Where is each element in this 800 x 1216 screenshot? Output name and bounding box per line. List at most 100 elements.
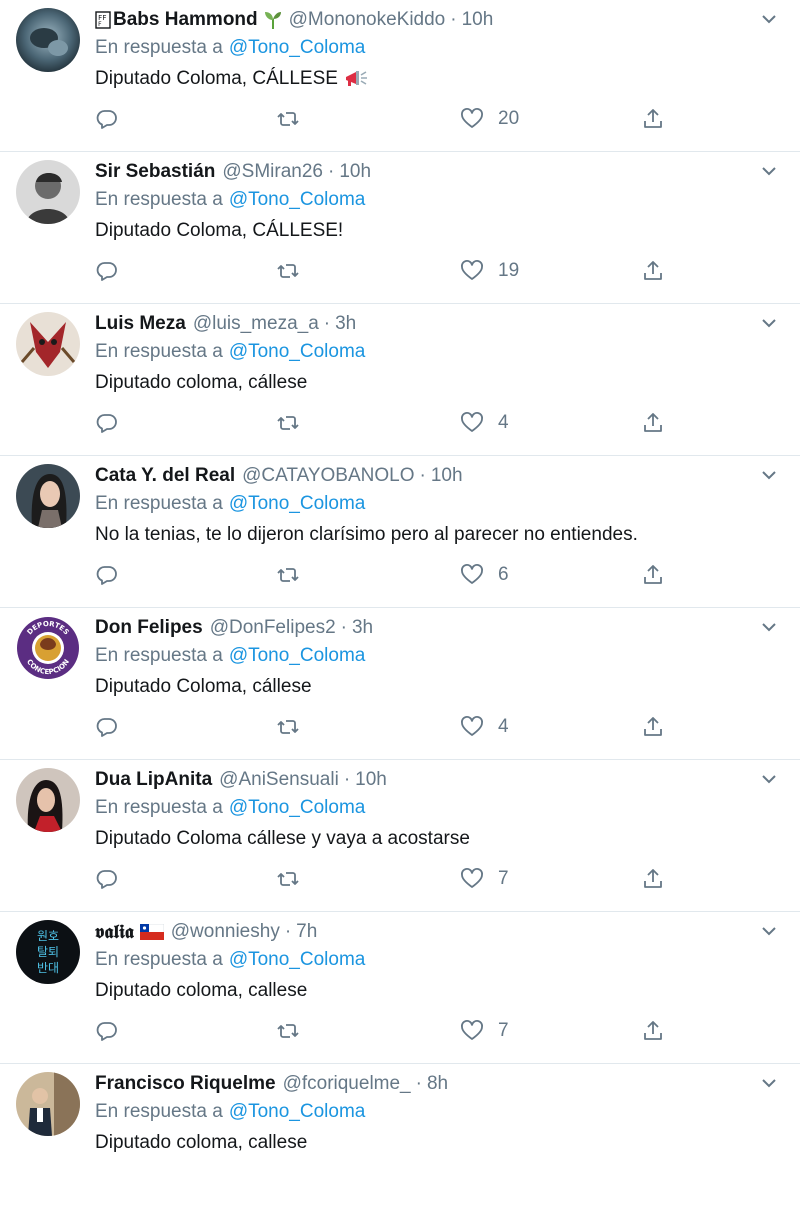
avatar[interactable] [16, 464, 80, 528]
display-name[interactable]: Babs Hammond [113, 9, 258, 31]
chevron-down-icon[interactable] [760, 162, 778, 180]
reply-label: En respuesta a [95, 37, 223, 58]
tweet-text: Diputado Coloma, cállese [95, 672, 312, 702]
tweet-text-content: Diputado Coloma, CÁLLESE! [95, 220, 344, 241]
display-name[interactable]: Francisco Riquelme [95, 1073, 276, 1095]
heart-icon[interactable] [460, 715, 484, 739]
retweet-icon[interactable] [276, 563, 300, 587]
display-name[interactable]: Sir Sebastián [95, 161, 215, 183]
mention-link[interactable]: @Tono_Coloma [229, 37, 366, 59]
avatar[interactable] [16, 160, 80, 224]
heart-icon[interactable] [460, 411, 484, 435]
tweet-text-content: Diputado Coloma, CÁLLESE [95, 68, 338, 89]
retweet-icon[interactable] [276, 867, 300, 891]
avatar[interactable] [16, 312, 80, 376]
tweet-text-content: Diputado coloma, cállese [95, 372, 308, 393]
handle[interactable]: @SMiran26 [222, 161, 323, 183]
tweet[interactable]: Francisco Riquelme @fcoriquelme_ · 8h En… [0, 1064, 800, 1216]
reply-label: En respuesta a [95, 341, 223, 362]
mention-link[interactable]: @Tono_Coloma [229, 493, 366, 515]
mention-link[interactable]: @Tono_Coloma [229, 645, 366, 667]
tweet[interactable]: Cata Y. del Real @CATAYOBANOLO · 10h En … [0, 456, 800, 608]
handle[interactable]: @DonFelipes2 [210, 617, 336, 639]
share-icon[interactable] [641, 1019, 665, 1043]
timestamp[interactable]: 3h [335, 313, 356, 335]
share-icon[interactable] [641, 411, 665, 435]
handle[interactable]: @AniSensuali [219, 769, 339, 791]
reply-context: En respuesta a @Tono_Coloma [95, 946, 365, 974]
reply-icon[interactable] [95, 259, 119, 283]
mention-link[interactable]: @Tono_Coloma [229, 949, 366, 971]
reply-icon[interactable] [95, 867, 119, 891]
share-icon[interactable] [641, 107, 665, 131]
timestamp[interactable]: 8h [427, 1073, 448, 1095]
chevron-down-icon[interactable] [760, 466, 778, 484]
tweet[interactable]: Dua LipAnita @AniSensuali · 10h En respu… [0, 760, 800, 912]
chevron-down-icon[interactable] [760, 1074, 778, 1092]
tweet[interactable]: Sir Sebastián @SMiran26 · 10h En respues… [0, 152, 800, 304]
heart-icon[interactable] [460, 107, 484, 131]
tweet[interactable]: Luis Meza @luis_meza_a · 3h En respuesta… [0, 304, 800, 456]
mention-link[interactable]: @Tono_Coloma [229, 341, 366, 363]
display-name[interactable]: Cata Y. del Real [95, 465, 235, 487]
tweet[interactable]: FF F Babs Hammond @MononokeKiddo · 10h En… [0, 0, 800, 152]
timestamp[interactable]: 7h [296, 921, 317, 943]
reply-icon[interactable] [95, 563, 119, 587]
handle[interactable]: @luis_meza_a [193, 313, 319, 335]
timestamp[interactable]: 3h [352, 617, 373, 639]
chevron-down-icon[interactable] [760, 618, 778, 636]
timestamp[interactable]: 10h [462, 9, 494, 31]
retweet-icon[interactable] [276, 411, 300, 435]
heart-icon[interactable] [460, 867, 484, 891]
name-prefix-icon: FF F [95, 11, 111, 29]
chevron-down-icon[interactable] [760, 314, 778, 332]
retweet-icon[interactable] [276, 1019, 300, 1043]
handle[interactable]: @MononokeKiddo [289, 9, 446, 31]
retweet-icon[interactable] [276, 107, 300, 131]
separator-dot: · [340, 617, 347, 638]
avatar[interactable]: DEPORTES CONCEPCION [16, 616, 80, 680]
heart-icon[interactable] [460, 1019, 484, 1043]
heart-icon[interactable] [460, 259, 484, 283]
mention-link[interactable]: @Tono_Coloma [229, 1101, 366, 1123]
megaphone-icon [344, 69, 368, 89]
display-name[interactable]: Don Felipes [95, 617, 203, 639]
handle[interactable]: @fcoriquelme_ [283, 1073, 411, 1095]
chevron-down-icon[interactable] [760, 770, 778, 788]
share-icon[interactable] [641, 867, 665, 891]
display-name[interactable]: Luis Meza [95, 313, 186, 335]
chevron-down-icon[interactable] [760, 922, 778, 940]
tweet-actions: 7 [0, 1011, 800, 1051]
timestamp[interactable]: 10h [355, 769, 387, 791]
avatar[interactable]: 원호 탈퇴 반대 [16, 920, 80, 984]
share-icon[interactable] [641, 715, 665, 739]
share-icon[interactable] [641, 563, 665, 587]
retweet-icon[interactable] [276, 715, 300, 739]
timestamp[interactable]: 10h [431, 465, 463, 487]
reply-label: En respuesta a [95, 645, 223, 666]
chevron-down-icon[interactable] [760, 10, 778, 28]
tweet-text: Diputado Coloma, CÁLLESE! [95, 216, 343, 246]
retweet-icon[interactable] [276, 259, 300, 283]
reply-icon[interactable] [95, 1019, 119, 1043]
mention-link[interactable]: @Tono_Coloma [229, 189, 366, 211]
heart-icon[interactable] [460, 563, 484, 587]
timestamp[interactable]: 10h [339, 161, 371, 183]
share-icon[interactable] [641, 259, 665, 283]
avatar[interactable] [16, 8, 80, 72]
tweet[interactable]: 원호 탈퇴 반대 𝖛𝖆𝖑𝖎𝖆 @wonnieshy · 7h En respue… [0, 912, 800, 1064]
tweet-actions: 4 [0, 707, 800, 747]
avatar[interactable] [16, 1072, 80, 1136]
tweet[interactable]: DEPORTES CONCEPCION Don Felipes @DonFeli… [0, 608, 800, 760]
reply-icon[interactable] [95, 715, 119, 739]
reply-icon[interactable] [95, 411, 119, 435]
avatar[interactable] [16, 768, 80, 832]
mention-link[interactable]: @Tono_Coloma [229, 797, 366, 819]
avatar-line-1: 원호 [37, 929, 59, 943]
tweet-actions: 7 [0, 859, 800, 899]
handle[interactable]: @CATAYOBANOLO [242, 465, 414, 487]
handle[interactable]: @wonnieshy [171, 921, 280, 943]
display-name[interactable]: 𝖛𝖆𝖑𝖎𝖆 [95, 921, 134, 943]
display-name[interactable]: Dua LipAnita [95, 769, 212, 791]
reply-icon[interactable] [95, 107, 119, 131]
